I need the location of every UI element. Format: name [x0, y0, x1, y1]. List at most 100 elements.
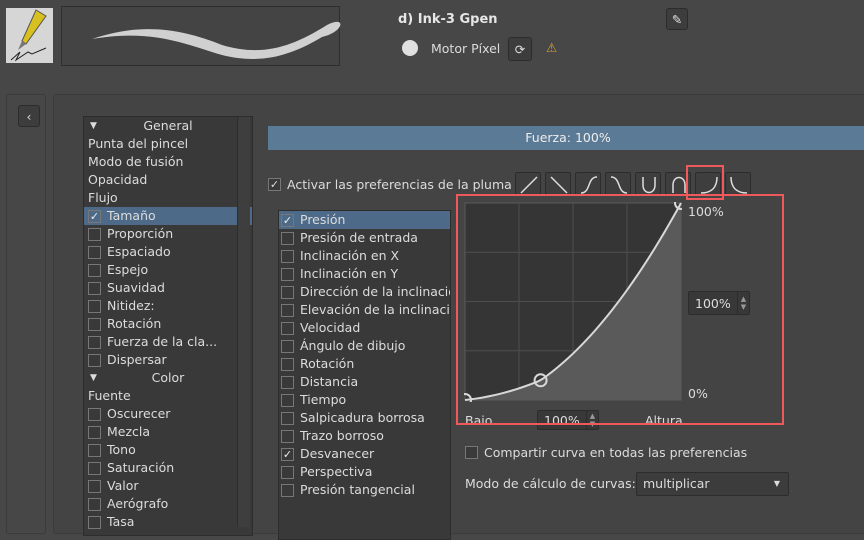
sensor-checkbox[interactable]	[281, 429, 294, 443]
category-item[interactable]: Flujo	[84, 189, 252, 207]
sensor-checkbox[interactable]	[281, 393, 294, 407]
category-checkbox[interactable]	[88, 443, 101, 457]
category-item[interactable]: Fuente	[84, 387, 252, 405]
category-header[interactable]: ▼ General	[84, 117, 252, 135]
sensor-item[interactable]: Inclinación en X	[279, 247, 450, 265]
category-scrollbar[interactable]	[237, 117, 250, 527]
category-item[interactable]: Proporción	[84, 225, 252, 243]
curve-preset-u-button[interactable]	[635, 172, 661, 196]
category-checkbox[interactable]	[88, 497, 101, 511]
sensor-checkbox[interactable]	[281, 339, 294, 353]
category-item[interactable]: Tasa	[84, 513, 252, 531]
collapse-button[interactable]: ‹	[18, 105, 40, 127]
sensor-item[interactable]: Salpicadura borrosa	[279, 409, 450, 427]
category-item[interactable]: Espejo	[84, 261, 252, 279]
sensor-item[interactable]: Distancia	[279, 373, 450, 391]
category-item[interactable]: Suavidad	[84, 279, 252, 297]
category-item[interactable]: Tono	[84, 441, 252, 459]
sensor-item[interactable]: Perspectiva	[279, 463, 450, 481]
category-item[interactable]: Aerógrafo	[84, 495, 252, 513]
category-item[interactable]: Saturación	[84, 459, 252, 477]
sensor-item[interactable]: ✓ Desvanecer	[279, 445, 450, 463]
category-item[interactable]: Oscurecer	[84, 405, 252, 423]
collapse-triangle-icon[interactable]: ▼	[90, 117, 97, 135]
category-item[interactable]: Espaciado	[84, 243, 252, 261]
sensor-checkbox[interactable]	[281, 285, 294, 299]
curve-preset-reverse-linear-button[interactable]	[545, 172, 571, 196]
sensor-label: Ángulo de dibujo	[300, 338, 406, 353]
category-checkbox[interactable]	[88, 263, 101, 277]
category-item[interactable]: Mezcla	[84, 423, 252, 441]
strength-slider[interactable]: Fuerza: 100%	[268, 126, 864, 150]
sensor-item[interactable]: Presión tangencial	[279, 481, 450, 499]
sensor-checkbox[interactable]	[281, 411, 294, 425]
sensor-list[interactable]: ✓ Presión Presión de entrada Inclinación en…	[278, 210, 451, 540]
sensor-item[interactable]: Trazo borroso	[279, 427, 450, 445]
category-checkbox[interactable]	[88, 407, 101, 421]
sensor-item[interactable]: Inclinación en Y	[279, 265, 450, 283]
sensor-item[interactable]: Ángulo de dibujo	[279, 337, 450, 355]
curve-preset-concave-button[interactable]	[725, 172, 751, 196]
sensor-checkbox[interactable]	[281, 231, 294, 245]
category-checkbox[interactable]	[88, 461, 101, 475]
reverse-linear-curve-icon	[550, 176, 568, 194]
sensor-label: Tiempo	[300, 392, 347, 407]
sensor-item[interactable]: Tiempo	[279, 391, 450, 409]
sensor-checkbox[interactable]: ✓	[281, 447, 294, 461]
edit-preset-button[interactable]: ✎	[666, 8, 688, 30]
sensor-item[interactable]: Presión de entrada	[279, 229, 450, 247]
sensor-label: Perspectiva	[300, 464, 373, 479]
sensor-item[interactable]: Velocidad	[279, 319, 450, 337]
category-item[interactable]: ✓ Tamaño	[84, 207, 252, 225]
reload-preset-button[interactable]: ⟳	[508, 37, 532, 61]
share-curve-checkbox[interactable]	[465, 446, 478, 459]
category-checkbox[interactable]	[88, 479, 101, 493]
category-item[interactable]: Fuerza de la cla...	[84, 333, 252, 351]
pen-settings-checkbox[interactable]: ✓	[268, 178, 281, 191]
category-checkbox[interactable]	[88, 515, 101, 529]
category-item[interactable]: Modo de fusión	[84, 153, 252, 171]
category-item[interactable]: Nitidez:	[84, 297, 252, 315]
sensor-checkbox[interactable]	[281, 321, 294, 335]
collapse-triangle-icon[interactable]: ▼	[90, 369, 97, 387]
category-checkbox[interactable]	[88, 353, 101, 367]
sensor-checkbox[interactable]	[281, 249, 294, 263]
category-checkbox[interactable]	[88, 227, 101, 241]
curve-mode-select[interactable]: multiplicar ▼	[636, 472, 789, 496]
category-item[interactable]: Rotación	[84, 315, 252, 333]
sensor-item[interactable]: Rotación	[279, 355, 450, 373]
sensor-item[interactable]: ✓ Presión	[279, 211, 450, 229]
category-item[interactable]: Opacidad	[84, 171, 252, 189]
category-label: Modo de fusión	[88, 154, 184, 169]
category-checkbox[interactable]	[88, 425, 101, 439]
brush-thumbnail[interactable]	[6, 8, 53, 63]
category-header[interactable]: ▼ Color	[84, 369, 252, 387]
sensor-checkbox[interactable]	[281, 465, 294, 479]
category-checkbox[interactable]	[88, 299, 101, 313]
category-checkbox[interactable]	[88, 317, 101, 331]
s-curve-curve-icon	[580, 176, 598, 194]
category-checkbox[interactable]	[88, 281, 101, 295]
category-checkbox[interactable]: ✓	[88, 209, 101, 223]
sensor-checkbox[interactable]	[281, 357, 294, 371]
sensor-item[interactable]: Dirección de la inclinación	[279, 283, 450, 301]
curve-preset-reverse-s-button[interactable]	[605, 172, 631, 196]
sensor-checkbox[interactable]	[281, 267, 294, 281]
category-label: Suavidad	[107, 280, 165, 295]
category-item[interactable]: Punta del pincel	[84, 135, 252, 153]
category-list[interactable]: ▼ General Punta del pincel Modo de fusión Op…	[83, 116, 253, 536]
sensor-checkbox[interactable]	[281, 483, 294, 497]
category-item[interactable]: Dispersar	[84, 351, 252, 369]
category-label: Espejo	[107, 262, 149, 277]
category-checkbox[interactable]	[88, 335, 101, 349]
sensor-checkbox[interactable]	[281, 375, 294, 389]
sensor-item[interactable]: Elevación de la inclinación	[279, 301, 450, 319]
sensor-label: Inclinación en X	[300, 248, 400, 263]
category-item[interactable]: Valor	[84, 477, 252, 495]
sensor-checkbox[interactable]	[281, 303, 294, 317]
curve-preset-linear-button[interactable]	[515, 172, 541, 196]
sensor-label: Inclinación en Y	[300, 266, 399, 281]
sensor-checkbox[interactable]: ✓	[281, 213, 294, 227]
curve-preset-s-curve-button[interactable]	[575, 172, 601, 196]
category-checkbox[interactable]	[88, 245, 101, 259]
